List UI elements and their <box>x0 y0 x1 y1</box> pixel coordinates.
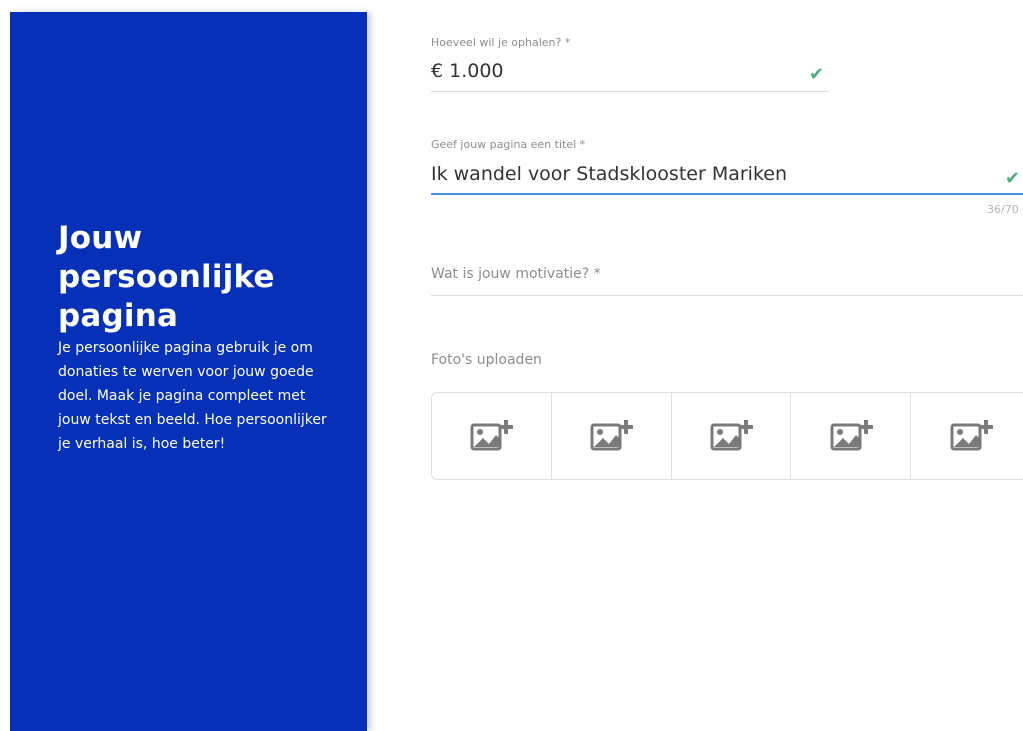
motivation-placeholder[interactable]: Wat is jouw motivatie? * <box>431 266 601 282</box>
add-image-icon <box>470 420 514 451</box>
photo-upload-slot[interactable] <box>791 393 912 479</box>
photo-upload-slot[interactable] <box>432 393 552 479</box>
add-image-icon <box>950 420 993 451</box>
amount-field[interactable]: Hoeveel wil je ophalen? * € 1.000 ✔ <box>431 36 829 92</box>
motivation-field[interactable]: Wat is jouw motivatie? * <box>431 266 1023 298</box>
info-panel: Jouw persoonlijke pagina Je persoonlijke… <box>10 12 367 731</box>
photos-label: Foto's uploaden <box>431 352 542 368</box>
motivation-underline <box>431 295 1023 296</box>
page-description: Je persoonlijke pagina gebruik je om don… <box>58 340 327 452</box>
check-icon: ✔ <box>809 64 825 85</box>
amount-underline <box>431 91 829 92</box>
title-value[interactable]: Ik wandel voor Stadsklooster Mariken <box>431 163 787 185</box>
title-label: Geef jouw pagina een titel * <box>431 138 586 151</box>
page-heading: Jouw persoonlijke pagina <box>58 220 275 334</box>
photo-upload-slot[interactable] <box>552 393 672 479</box>
photo-upload-slot[interactable] <box>672 393 792 479</box>
title-field[interactable]: Geef jouw pagina een titel * Ik wandel v… <box>431 138 1023 220</box>
amount-label: Hoeveel wil je ophalen? * <box>431 36 571 49</box>
photo-upload-grid <box>431 392 1023 480</box>
photo-upload-slot[interactable] <box>911 393 1023 479</box>
character-counter: 36/70 <box>987 203 1019 216</box>
add-image-icon <box>590 420 634 451</box>
amount-value[interactable]: € 1.000 <box>431 60 504 82</box>
check-icon: ✔ <box>1005 168 1021 189</box>
title-underline <box>431 193 1023 195</box>
info-panel-content: Jouw persoonlijke pagina Je persoonlijke… <box>58 219 328 456</box>
add-image-icon <box>830 420 873 451</box>
add-image-icon <box>710 420 753 451</box>
